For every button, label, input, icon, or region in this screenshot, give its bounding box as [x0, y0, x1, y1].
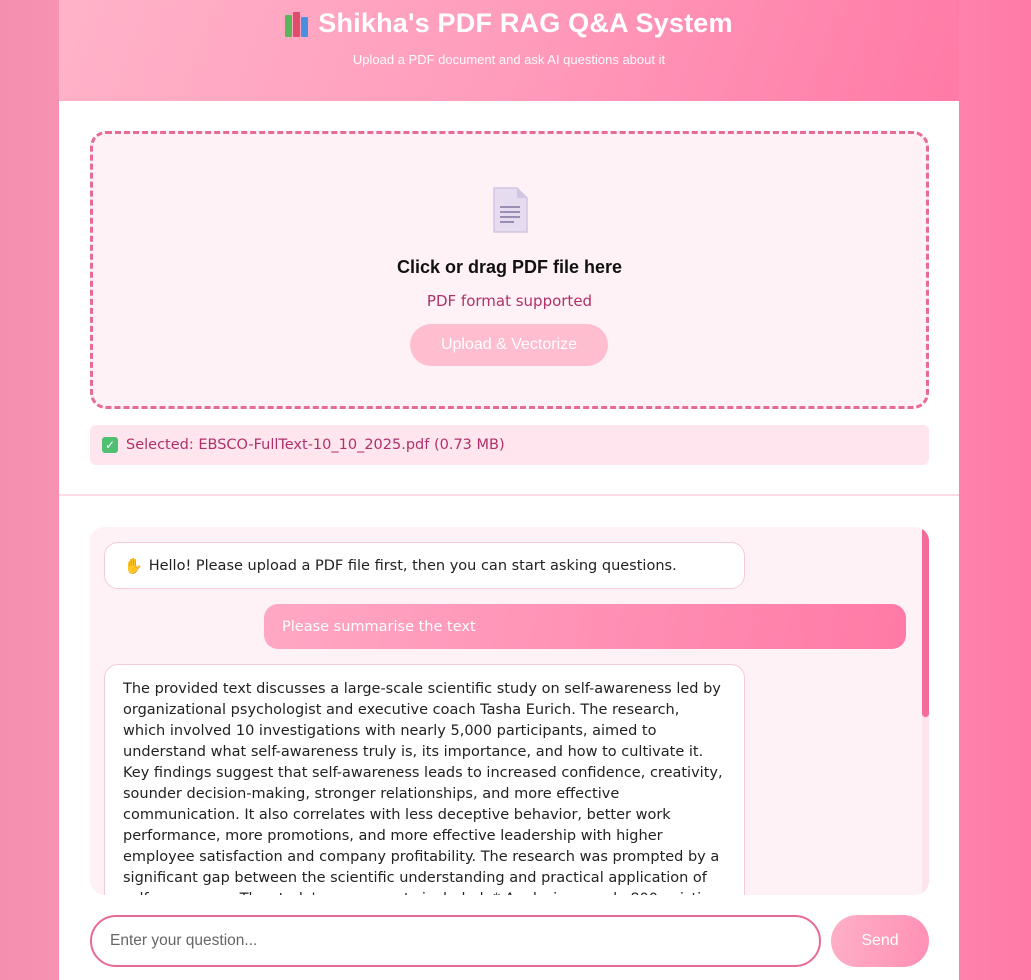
selected-file-text: Selected: EBSCO-FullText-10_10_2025.pdf … [126, 437, 505, 453]
chat-scrollbar-thumb[interactable] [922, 527, 929, 717]
document-icon [493, 187, 528, 233]
assistant-message: The provided text discusses a large-scal… [104, 664, 745, 895]
send-button[interactable]: Send [831, 915, 929, 967]
divider [59, 494, 959, 496]
question-input[interactable] [90, 915, 821, 967]
message-text: Hello! Please upload a PDF file first, t… [148, 557, 677, 574]
books-icon [285, 11, 309, 37]
chat-scrollbar[interactable] [922, 527, 929, 895]
upload-hint: PDF format supported [426, 292, 593, 310]
assistant-message: ✋ Hello! Please upload a PDF file first,… [104, 542, 745, 589]
page-title: Shikha's PDF RAG Q&A System [59, 0, 959, 39]
pdf-drop-zone[interactable]: Click or drag PDF file here PDF format s… [90, 131, 929, 409]
checkmark-icon: ✓ [102, 437, 118, 453]
message-text: Please summarise the text [282, 618, 476, 635]
title-text: Shikha's PDF RAG Q&A System [318, 8, 733, 38]
chat-history[interactable]: ✋ Hello! Please upload a PDF file first,… [90, 527, 929, 895]
selected-file-status: ✓ Selected: EBSCO-FullText-10_10_2025.pd… [90, 425, 929, 465]
subtitle: Upload a PDF document and ask AI questio… [352, 52, 666, 67]
app-container: Shikha's PDF RAG Q&A System Upload a PDF… [59, 0, 959, 980]
upload-title: Click or drag PDF file here [396, 257, 623, 277]
upload-vectorize-button[interactable]: Upload & Vectorize [410, 324, 608, 366]
header: Shikha's PDF RAG Q&A System Upload a PDF… [59, 0, 959, 101]
waving-hand-icon: ✋ [124, 556, 143, 575]
user-message: Please summarise the text [264, 604, 906, 649]
message-text: The provided text discusses a large-scal… [123, 681, 723, 895]
